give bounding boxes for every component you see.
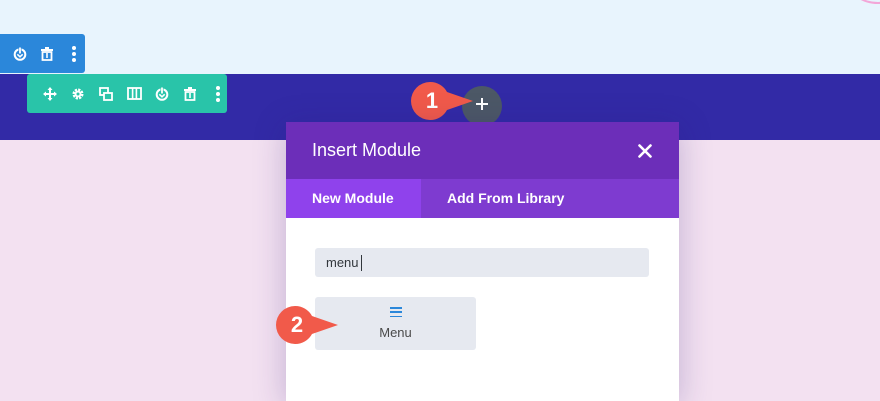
step-callout-1: 1 <box>410 81 480 121</box>
menu-icon <box>389 307 402 317</box>
duplicate-icon[interactable] <box>97 84 116 104</box>
step-callout-2: 2 <box>275 305 345 345</box>
power-icon[interactable] <box>10 44 30 64</box>
power-icon[interactable] <box>152 84 171 104</box>
module-search-input[interactable] <box>315 248 649 277</box>
trash-icon[interactable] <box>37 44 57 64</box>
callout-number: 2 <box>290 312 304 337</box>
module-label: Menu <box>379 325 412 340</box>
close-icon[interactable] <box>637 143 653 159</box>
dialog-title: Insert Module <box>312 140 422 160</box>
tab-add-from-library[interactable]: Add From Library <box>421 179 590 218</box>
section-toolbar <box>0 34 85 73</box>
row-toolbar <box>27 74 227 113</box>
insert-module-dialog: Insert Module New Module Add From Librar… <box>286 122 679 401</box>
dialog-tabs: New Module Add From Library <box>286 179 679 218</box>
more-vertical-icon[interactable] <box>64 44 84 64</box>
more-vertical-icon[interactable] <box>208 84 227 104</box>
gear-icon[interactable] <box>69 84 88 104</box>
move-icon[interactable] <box>41 84 60 104</box>
text-cursor <box>361 255 362 271</box>
callout-number: 1 <box>425 88 439 113</box>
decorative-arc <box>848 0 880 4</box>
dialog-header: Insert Module <box>286 122 679 179</box>
section-top-background <box>0 0 880 74</box>
tab-new-module[interactable]: New Module <box>286 179 421 218</box>
columns-icon[interactable] <box>125 84 144 104</box>
trash-icon[interactable] <box>180 84 199 104</box>
